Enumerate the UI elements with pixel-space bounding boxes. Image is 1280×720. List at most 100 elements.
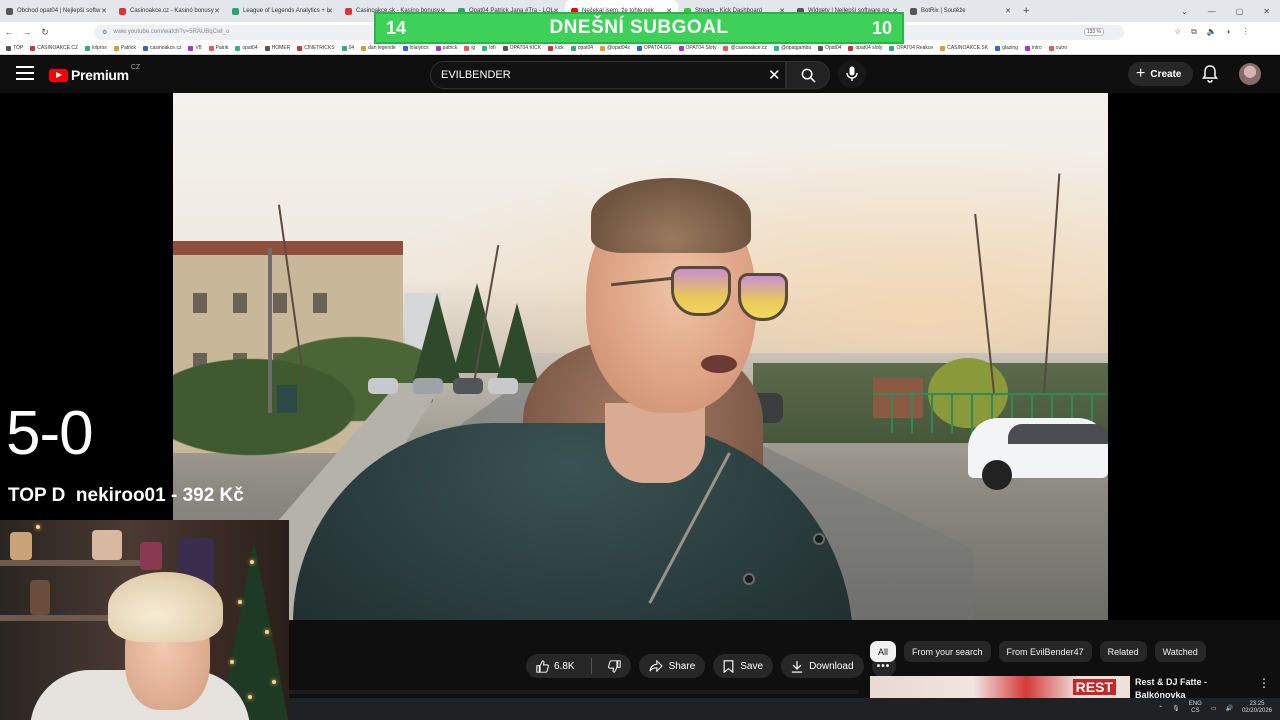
menu-dots-icon[interactable]: ⋮ xyxy=(1242,27,1250,37)
browser-tab[interactable]: Obchod opat04 | Nejlepší softw ✕ xyxy=(0,0,113,22)
bookmark-item[interactable]: outro xyxy=(1048,45,1067,51)
site-info-icon[interactable]: ⚙ xyxy=(102,29,107,36)
hamburger-menu-icon[interactable] xyxy=(16,66,34,82)
download-button[interactable]: Download xyxy=(781,654,864,678)
extensions-icon[interactable]: ⧉ xyxy=(1191,27,1197,37)
share-button[interactable]: Share xyxy=(638,654,706,678)
profile-icon[interactable]: ◐ xyxy=(1227,27,1232,37)
dislike-button[interactable] xyxy=(598,654,631,678)
network-icon[interactable]: ▭ xyxy=(1211,705,1217,712)
close-tab-icon[interactable]: ✕ xyxy=(327,7,333,15)
subgoal-overlay: 14 DNEŠNÍ SUBGOAL 10 xyxy=(374,12,904,44)
bookmark-item[interactable]: CINETRICKS xyxy=(297,45,335,51)
bookmark-item[interactable]: opat04 sloty xyxy=(848,45,882,51)
bookmark-item[interactable]: @opatgamba xyxy=(773,45,811,51)
back-icon[interactable]: ← xyxy=(0,27,18,37)
thumbs-up-icon xyxy=(536,659,549,673)
bookmark-label: HOMER xyxy=(271,45,291,51)
chip-all[interactable]: All xyxy=(870,641,897,662)
bookmark-item[interactable]: intro xyxy=(1024,45,1042,51)
bookmark-item[interactable]: Patrick xyxy=(113,45,136,51)
bookmark-item[interactable]: patrick xyxy=(435,45,457,51)
bookmark-favicon-icon xyxy=(264,45,270,51)
bookmark-item[interactable]: Opat04 xyxy=(818,45,841,51)
bookmark-item[interactable]: HOMER xyxy=(264,45,291,51)
like-button[interactable]: 6.8K xyxy=(526,654,585,678)
bookmark-item[interactable]: lolpros xyxy=(85,45,107,51)
tab-label: Casinoakce.cz - Kasinó bonusy xyxy=(130,8,214,14)
bookmark-favicon-icon xyxy=(818,45,824,51)
clock[interactable]: 23:25 02/20/2026 xyxy=(1242,701,1272,715)
maximize-icon[interactable]: ▢ xyxy=(1236,7,1244,16)
browser-tab[interactable]: Casinoakce.cz - Kasinó bonusy ✕ xyxy=(113,0,226,22)
notifications-button[interactable] xyxy=(1202,65,1218,88)
like-dislike-group: 6.8K xyxy=(526,654,631,678)
bookmark-item[interactable]: glazing xyxy=(995,45,1018,51)
search-icon xyxy=(801,68,816,83)
create-button[interactable]: + Create xyxy=(1128,62,1194,86)
speaker-icon[interactable]: 🔊 xyxy=(1225,705,1232,712)
bookmark-item[interactable]: OPAT04.GG xyxy=(636,45,672,51)
recommended-more-icon[interactable]: ⋮ xyxy=(1258,676,1270,690)
youtube-premium-logo[interactable]: Premium CZ xyxy=(49,64,140,83)
chip-related[interactable]: Related xyxy=(1099,641,1147,662)
bookmark-label: OPAT04 Sloty xyxy=(685,45,717,51)
bookmark-star-icon[interactable]: ☆ xyxy=(1174,27,1181,37)
close-tab-icon[interactable]: ✕ xyxy=(214,7,220,15)
bookmark-item[interactable]: CASINOAKCE.CZ xyxy=(30,45,78,51)
bookmark-item[interactable]: V8 xyxy=(188,45,202,51)
browser-tab[interactable]: League of Legends Analytics + L ✕ xyxy=(226,0,339,22)
account-avatar[interactable] xyxy=(1239,63,1261,85)
save-button[interactable]: Save xyxy=(713,654,774,678)
webcam-figure xyxy=(10,532,32,560)
bookmark-item[interactable]: CASINOAKCE.SK xyxy=(940,45,988,51)
chip-from-channel[interactable]: From EvilBender47 xyxy=(998,641,1092,662)
tab-search-icon[interactable]: ⌄ xyxy=(1181,7,1188,16)
bookmark-item[interactable]: @opat04s xyxy=(600,45,630,51)
close-window-icon[interactable]: ✕ xyxy=(1263,7,1270,16)
recommended-video-title[interactable]: Rest & DJ Fatte - Balkónovka xyxy=(1135,676,1250,698)
new-tab-icon[interactable]: + xyxy=(1023,5,1029,17)
webcam-light xyxy=(238,600,242,604)
bookmark-item[interactable]: @casinoakce.cz xyxy=(723,45,767,51)
bookmark-item[interactable]: ig xyxy=(464,45,475,51)
bookmark-item[interactable]: OPAT04 Reakce xyxy=(889,45,933,51)
language-indicator[interactable]: ENG CS xyxy=(1189,701,1202,715)
tray-chevron-icon[interactable]: ⌃ xyxy=(1158,705,1163,712)
forward-icon[interactable]: → xyxy=(18,27,36,37)
bookmark-favicon-icon xyxy=(678,45,684,51)
bookmark-item[interactable]: casinoakce.cz xyxy=(143,45,181,51)
bookmark-item[interactable]: opat04 xyxy=(235,45,258,51)
reload-icon[interactable]: ↻ xyxy=(36,27,54,38)
zoom-indicator[interactable]: 133 % xyxy=(1083,28,1104,36)
recommended-video-thumbnail[interactable]: REST xyxy=(870,676,1130,698)
bookmark-item[interactable]: Patrik xyxy=(208,45,228,51)
bookmark-item[interactable]: dan legende xyxy=(361,45,396,51)
bookmark-item[interactable]: TOP xyxy=(6,45,23,51)
video-player[interactable] xyxy=(173,93,1108,620)
volume-icon[interactable]: 🔈 xyxy=(1207,27,1217,37)
share-icon xyxy=(649,660,663,672)
chip-from-your-search[interactable]: From your search xyxy=(904,641,991,662)
bookmark-item[interactable]: lolalytics xyxy=(402,45,429,51)
tab-label: League of Legends Analytics + L xyxy=(243,8,330,14)
browser-tab[interactable]: BotRix | Soutěže ✕ xyxy=(904,0,1017,22)
search-button[interactable] xyxy=(786,61,830,89)
webcam-light xyxy=(230,660,234,664)
search-input[interactable]: EVILBENDER xyxy=(430,61,786,89)
bookmark-item[interactable]: OPAT04 Sloty xyxy=(678,45,717,51)
tray-mic-icon[interactable]: 🎙 xyxy=(1172,705,1180,712)
bookmark-favicon-icon xyxy=(848,45,854,51)
bookmark-item[interactable]: lofi xyxy=(482,45,496,51)
voice-search-button[interactable] xyxy=(838,60,866,88)
bookmark-item[interactable]: kick xyxy=(548,45,564,51)
bookmark-item[interactable]: opat04 xyxy=(570,45,593,51)
minimize-icon[interactable]: — xyxy=(1208,7,1216,16)
clear-search-icon[interactable]: ✕ xyxy=(768,66,781,84)
close-tab-icon[interactable]: ✕ xyxy=(1005,7,1011,15)
close-tab-icon[interactable]: ✕ xyxy=(101,7,107,15)
bookmark-item[interactable]: OPAT04 KICK xyxy=(502,45,541,51)
bookmark-item[interactable]: 04 xyxy=(341,45,354,51)
chip-watched[interactable]: Watched xyxy=(1154,641,1206,662)
webcam-feed xyxy=(0,520,289,720)
